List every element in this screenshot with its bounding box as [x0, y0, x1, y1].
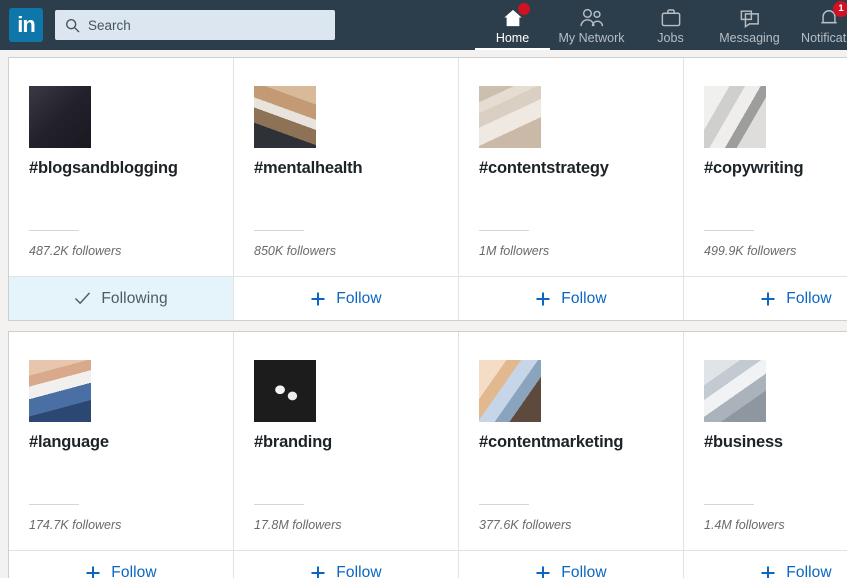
card-title: #contentstrategy	[479, 159, 609, 177]
card-body: #branding 17.8M followers	[234, 332, 458, 550]
nav-label-jobs: Jobs	[657, 31, 684, 45]
plus-icon	[535, 565, 551, 578]
card-body: #business 1.4M followers	[684, 332, 847, 550]
follower-count: 17.8M followers	[254, 518, 342, 532]
hashtag-card-grid: #blogsandblogging 487.2K followers Follo…	[0, 50, 847, 578]
home-badge-dot	[518, 3, 530, 15]
card-divider	[704, 504, 754, 505]
action-label: Follow	[786, 563, 832, 578]
people-icon	[579, 7, 605, 28]
card-divider	[29, 504, 79, 505]
thumbnail-contentmarketing	[479, 360, 541, 422]
follow-button[interactable]: Follow	[684, 550, 847, 578]
follower-count: 487.2K followers	[29, 244, 122, 258]
card-title: #mentalhealth	[254, 159, 363, 177]
card-title: #language	[29, 433, 109, 451]
thumbnail-blogsandblogging	[29, 86, 91, 148]
nav-label-notifications: Notificatio	[801, 31, 847, 45]
hashtag-card[interactable]: #copywriting 499.9K followers Follow	[684, 58, 847, 320]
card-body: #mentalhealth 850K followers	[234, 58, 458, 276]
card-divider	[29, 230, 79, 231]
search-icon	[65, 18, 80, 33]
hashtag-card[interactable]: #branding 17.8M followers Follow	[234, 332, 459, 578]
search-box[interactable]	[55, 10, 335, 40]
action-label: Follow	[336, 289, 382, 307]
follow-button[interactable]: Follow	[9, 550, 233, 578]
plus-icon	[310, 565, 326, 578]
follower-count: 377.6K followers	[479, 518, 572, 532]
thumbnail-copywriting	[704, 86, 766, 148]
nav-label-my-network: My Network	[558, 31, 625, 45]
action-label: Follow	[561, 289, 607, 307]
card-body: #copywriting 499.9K followers	[684, 58, 847, 276]
card-row: #blogsandblogging 487.2K followers Follo…	[8, 57, 847, 321]
nav-item-messaging[interactable]: Messaging	[710, 0, 789, 50]
nav-item-notifications[interactable]: 1 Notificatio	[789, 0, 847, 50]
top-navigation-bar: in Home	[0, 0, 847, 50]
action-label: Following	[101, 289, 168, 307]
nav-label-messaging: Messaging	[719, 31, 780, 45]
nav-item-home[interactable]: Home	[473, 0, 552, 50]
nav-label-home: Home	[495, 31, 530, 45]
card-divider	[704, 230, 754, 231]
check-icon	[74, 291, 91, 306]
card-title: #contentmarketing	[479, 433, 624, 451]
card-divider	[479, 230, 529, 231]
follower-count: 174.7K followers	[29, 518, 122, 532]
follow-button[interactable]: Follow	[684, 276, 847, 320]
card-body: #contentstrategy 1M followers	[459, 58, 683, 276]
thumbnail-contentstrategy	[479, 86, 541, 148]
card-divider	[254, 230, 304, 231]
plus-icon	[85, 565, 101, 578]
message-icon	[739, 7, 761, 28]
hashtag-card[interactable]: #language 174.7K followers Follow	[9, 332, 234, 578]
follower-count: 499.9K followers	[704, 244, 797, 258]
thumbnail-business	[704, 360, 766, 422]
hashtag-card[interactable]: #blogsandblogging 487.2K followers Follo…	[9, 58, 234, 320]
card-title: #business	[704, 433, 783, 451]
card-title: #copywriting	[704, 159, 804, 177]
follow-button[interactable]: Follow	[459, 276, 683, 320]
thumbnail-language	[29, 360, 91, 422]
hashtag-card[interactable]: #mentalhealth 850K followers Follow	[234, 58, 459, 320]
action-label: Follow	[336, 563, 382, 578]
thumbnail-mentalhealth	[254, 86, 316, 148]
nav-item-jobs[interactable]: Jobs	[631, 0, 710, 50]
hashtag-card[interactable]: #business 1.4M followers Follow	[684, 332, 847, 578]
card-divider	[254, 504, 304, 505]
card-title: #branding	[254, 433, 332, 451]
action-label: Follow	[111, 563, 157, 578]
card-body: #blogsandblogging 487.2K followers	[9, 58, 233, 276]
linkedin-logo-text: in	[17, 12, 36, 37]
follow-button[interactable]: Follow	[234, 550, 458, 578]
hashtag-card[interactable]: #contentstrategy 1M followers Follow	[459, 58, 684, 320]
linkedin-logo[interactable]: in	[9, 8, 43, 42]
card-body: #language 174.7K followers	[9, 332, 233, 550]
plus-icon	[310, 291, 326, 307]
follower-count: 850K followers	[254, 244, 336, 258]
search-input[interactable]	[88, 17, 325, 33]
plus-icon	[535, 291, 551, 307]
navigation-items: Home My Network Jobs Messaging 1 Notific…	[473, 0, 847, 50]
action-label: Follow	[561, 563, 607, 578]
follower-count: 1.4M followers	[704, 518, 785, 532]
plus-icon	[760, 291, 776, 307]
card-body: #contentmarketing 377.6K followers	[459, 332, 683, 550]
notifications-badge-count: 1	[833, 1, 847, 17]
card-title: #blogsandblogging	[29, 159, 178, 177]
briefcase-icon	[660, 7, 682, 28]
following-button[interactable]: Following	[9, 276, 233, 320]
card-row: #language 174.7K followers Follow #brand…	[8, 331, 847, 578]
follow-button[interactable]: Follow	[459, 550, 683, 578]
plus-icon	[760, 565, 776, 578]
follower-count: 1M followers	[479, 244, 550, 258]
action-label: Follow	[786, 289, 832, 307]
thumbnail-branding	[254, 360, 316, 422]
hashtag-card[interactable]: #contentmarketing 377.6K followers Follo…	[459, 332, 684, 578]
nav-item-my-network[interactable]: My Network	[552, 0, 631, 50]
card-divider	[479, 504, 529, 505]
follow-button[interactable]: Follow	[234, 276, 458, 320]
